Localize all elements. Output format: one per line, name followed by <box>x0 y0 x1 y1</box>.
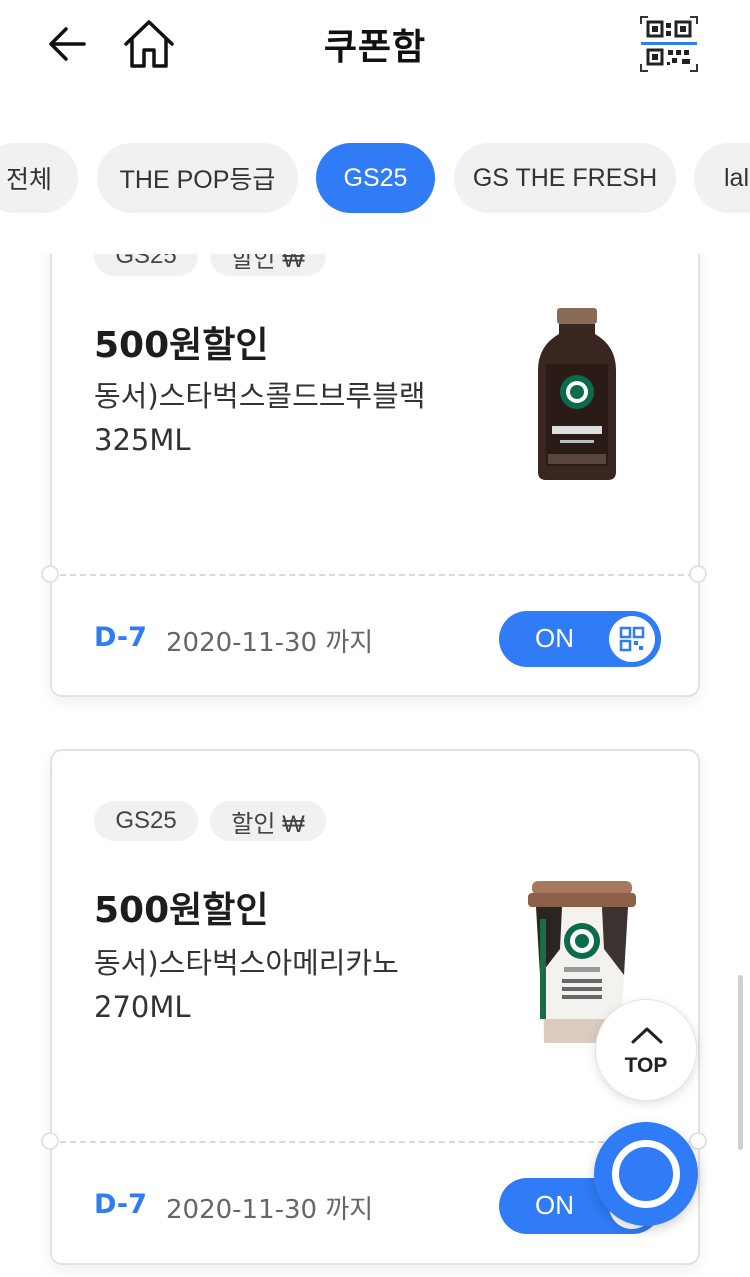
coupon-notch <box>689 1132 707 1150</box>
coupon-divider <box>60 574 694 576</box>
toggle-label: ON <box>535 1190 574 1220</box>
scroll-to-top-button[interactable]: TOP <box>595 999 697 1101</box>
tab-the-pop[interactable]: THE POP등급 <box>97 143 298 213</box>
tab-all[interactable]: 전체 <box>0 143 78 213</box>
coupon-tag: 할인 ₩ <box>210 801 326 841</box>
top-label: TOP <box>624 1054 668 1077</box>
expiry-date: 2020-11-30 까지 <box>166 1195 374 1225</box>
floating-action-button[interactable] <box>594 1122 698 1226</box>
qr-scan-button[interactable] <box>638 14 700 74</box>
qr-code-icon <box>640 16 698 72</box>
coupon-tag: GS25 <box>94 801 198 841</box>
tab-gs-the-fresh[interactable]: GS THE FRESH <box>454 143 676 213</box>
app-header: 쿠폰함 <box>0 0 750 92</box>
chevron-up-icon <box>631 1027 663 1044</box>
tab-gs25[interactable]: GS25 <box>316 143 435 213</box>
coupon-title: 500원할인 <box>94 890 269 931</box>
product-name: 동서)스타벅스아메리카노 <box>94 946 399 980</box>
barcode-icon <box>609 616 655 662</box>
coupon-description: 동서)스타벅스아메리카노 270ML <box>94 941 474 1029</box>
d-day-label: D-7 <box>94 622 147 653</box>
category-tabs: 전체 THE POP등급 GS25 GS THE FRESH lal <box>0 92 750 254</box>
coupon-notch <box>41 565 59 583</box>
product-volume: 270ML <box>94 990 191 1024</box>
product-volume: 325ML <box>94 423 191 457</box>
coupon-notch <box>41 1132 59 1150</box>
toggle-label: ON <box>535 623 574 653</box>
cold-brew-bottle-image <box>538 308 616 480</box>
coupon-divider <box>60 1141 694 1143</box>
circle-icon <box>612 1140 680 1208</box>
coupon-title: 500원할인 <box>94 325 269 366</box>
expiry-date: 2020-11-30 까지 <box>166 628 374 658</box>
scrollbar[interactable] <box>738 975 743 1150</box>
d-day-label: D-7 <box>94 1189 147 1220</box>
coupon-card[interactable]: GS25 할인 ₩ 500원할인 동서)스타벅스콜드브루블랙 325ML D-7… <box>41 200 707 697</box>
coupon-notch <box>689 565 707 583</box>
coupon-on-toggle[interactable]: ON <box>499 611 661 667</box>
product-name: 동서)스타벅스콜드브루블랙 <box>94 379 426 413</box>
tab-lalavla[interactable]: lal <box>694 143 750 213</box>
coupon-description: 동서)스타벅스콜드브루블랙 325ML <box>94 374 474 462</box>
